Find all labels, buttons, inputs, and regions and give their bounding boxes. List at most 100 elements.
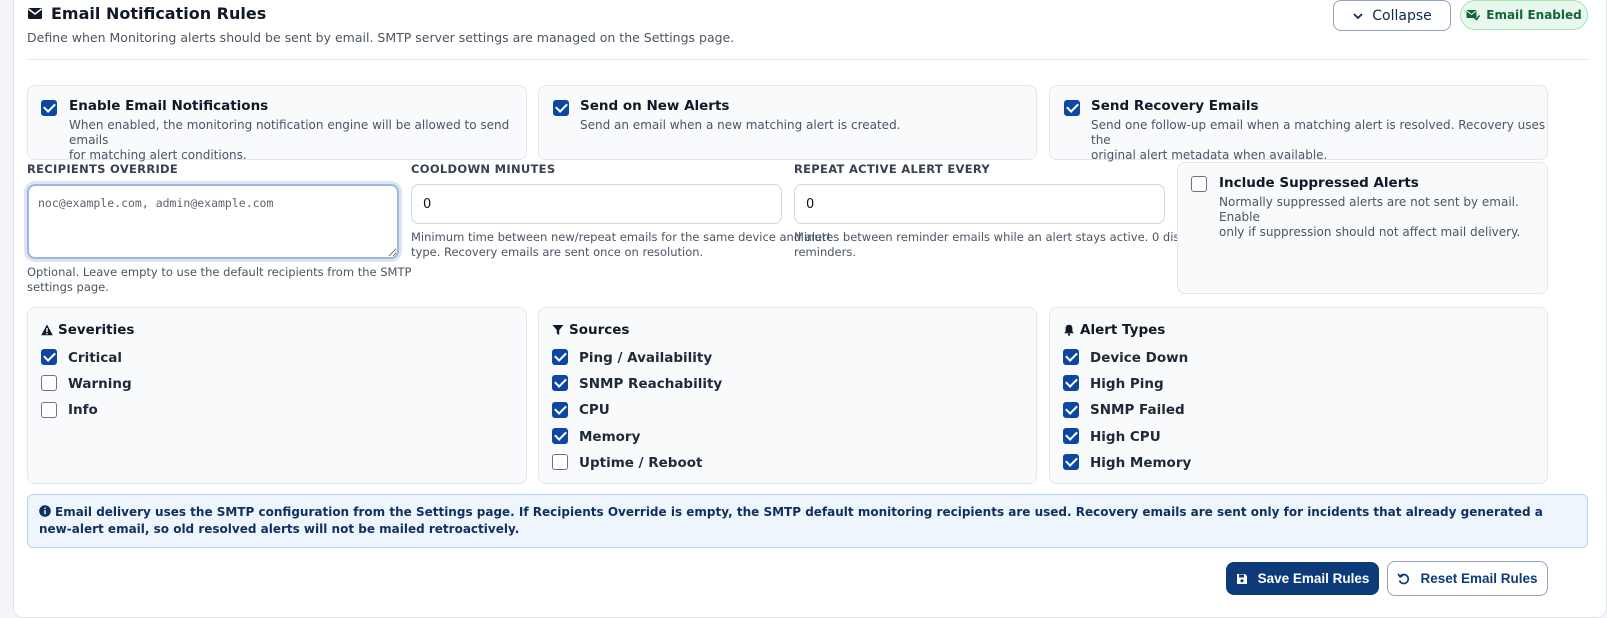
alert-types-card: Alert Types Device Down High Ping SNMP F… [1049,307,1548,484]
filter-icon [552,325,564,335]
recipients-hint: Optional. Leave empty to use the default… [27,265,411,295]
source-cpu-checkbox[interactable] [552,402,568,418]
hint-line: type. Recovery emails are sent once on r… [411,245,704,259]
severity-critical-label: Critical [68,350,123,366]
source-ping-checkbox[interactable] [552,349,568,365]
hint-line: settings page. [27,280,109,294]
type-device-down-checkbox[interactable] [1063,349,1079,365]
panel-title-row: Email Notification Rules [27,2,734,24]
source-uptime-label: Uptime / Reboot [579,455,703,471]
header-divider [27,59,1588,60]
collapse-button[interactable]: Collapse [1333,0,1451,31]
type-device-down-label: Device Down [1090,350,1189,366]
severity-warning-label: Warning [68,376,132,392]
include-suppressed-card: Include Suppressed Alerts Normally suppr… [1177,162,1548,294]
type-high-ping-checkbox[interactable] [1063,375,1079,391]
save-icon [1236,573,1247,584]
send-new-alerts-title: Send on New Alerts [580,98,730,114]
severity-info-label: Info [68,402,98,418]
desc-line: original alert metadata when available. [1091,148,1328,162]
type-high-memory-checkbox[interactable] [1063,454,1079,470]
enable-notifications-title: Enable Email Notifications [69,98,269,114]
include-suppressed-text: Include Suppressed Alerts Normally suppr… [1219,175,1547,240]
severity-critical-checkbox[interactable] [41,349,57,365]
enable-notifications-text: Enable Email Notifications When enabled,… [69,98,526,163]
cooldown-hint: Minimum time between new/repeat emails f… [411,230,831,260]
type-high-cpu-label: High CPU [1090,429,1161,445]
collapse-label: Collapse [1372,7,1432,24]
desc-line: for matching alert conditions. [69,148,247,162]
send-recovery-text: Send Recovery Emails Send one follow-up … [1091,98,1547,163]
enable-notifications-desc: When enabled, the monitoring notificatio… [69,118,526,163]
desc-line: When enabled, the monitoring notificatio… [69,118,510,147]
repeat-label: REPEAT ACTIVE ALERT EVERY [794,162,991,176]
desc-line: Send one follow-up email when a matching… [1091,118,1546,147]
send-recovery-desc: Send one follow-up email when a matching… [1091,118,1547,163]
hint-line: Minimum time between new/repeat emails f… [411,230,832,244]
type-high-cpu-checkbox[interactable] [1063,428,1079,444]
send-recovery-title: Send Recovery Emails [1091,98,1259,114]
hint-line: Minutes between reminder emails while an… [794,230,1211,244]
sources-card: Sources Ping / Availability SNMP Reachab… [538,307,1037,484]
chevron-down-icon [1353,12,1363,19]
info-icon [39,505,51,517]
enable-notifications-checkbox[interactable] [41,100,57,116]
save-label: Save Email Rules [1257,571,1370,586]
source-memory-label: Memory [579,429,641,445]
info-text: Email delivery uses the SMTP configurati… [39,505,1543,536]
reset-label: Reset Email Rules [1420,571,1538,586]
source-memory-checkbox[interactable] [552,428,568,444]
cooldown-label: COOLDOWN MINUTES [411,162,556,176]
source-ping-label: Ping / Availability [579,350,713,366]
envelope-icon [28,8,42,19]
undo-icon [1397,573,1410,585]
severity-info-checkbox[interactable] [41,402,57,418]
source-snmp-label: SNMP Reachability [579,376,723,392]
save-email-rules-button[interactable]: Save Email Rules [1226,562,1379,595]
send-new-alerts-checkbox[interactable] [553,100,569,116]
recipients-textarea[interactable] [27,184,399,259]
page-subtitle: Define when Monitoring alerts should be … [27,30,735,45]
desc-line: only if suppression should not affect ma… [1219,225,1521,239]
alert-types-title: Alert Types [1080,322,1166,338]
type-snmp-failed-checkbox[interactable] [1063,402,1079,418]
alert-types-heading: Alert Types [1063,322,1165,338]
email-enabled-badge: Email Enabled [1460,0,1588,30]
severities-card: Severities Critical Warning Info [27,307,527,484]
severities-title: Severities [58,322,135,338]
severities-heading: Severities [41,322,134,338]
type-high-ping-label: High Ping [1090,376,1164,392]
warning-icon [41,324,53,336]
hint-line: Optional. Leave empty to use the default… [27,265,412,279]
page-title: Email Notification Rules [51,3,267,23]
hint-line: reminders. [794,245,856,259]
include-suppressed-desc: Normally suppressed alerts are not sent … [1219,195,1547,240]
mail-check-icon [1466,10,1481,21]
source-uptime-checkbox[interactable] [552,454,568,470]
panel-header: Email Notification Rules Define when Mon… [27,2,735,46]
send-recovery-card: Send Recovery Emails Send one follow-up … [1049,85,1548,163]
send-new-alerts-text: Send on New Alerts Send an email when a … [580,98,901,133]
repeat-input[interactable] [794,184,1165,224]
source-snmp-checkbox[interactable] [552,375,568,391]
include-suppressed-checkbox[interactable] [1191,176,1207,192]
type-snmp-failed-label: SNMP Failed [1090,402,1185,418]
send-new-alerts-card: Send on New Alerts Send an email when a … [538,85,1037,160]
repeat-hint: Minutes between reminder emails while an… [794,230,1210,260]
severity-warning-checkbox[interactable] [41,375,57,391]
sources-title: Sources [569,322,630,338]
type-high-memory-label: High Memory [1090,455,1192,471]
send-recovery-checkbox[interactable] [1064,100,1080,116]
sources-heading: Sources [552,322,629,338]
send-new-alerts-desc: Send an email when a new matching alert … [580,118,901,132]
info-alert: Email delivery uses the SMTP configurati… [27,494,1588,548]
reset-email-rules-button[interactable]: Reset Email Rules [1387,561,1548,596]
include-suppressed-title: Include Suppressed Alerts [1219,175,1419,191]
badge-label: Email Enabled [1486,8,1582,22]
source-cpu-label: CPU [579,402,610,418]
enable-notifications-card: Enable Email Notifications When enabled,… [27,85,527,163]
desc-line: Normally suppressed alerts are not sent … [1219,195,1519,224]
recipients-label: RECIPIENTS OVERRIDE [27,162,179,176]
cooldown-input[interactable] [411,184,782,224]
bell-icon [1064,324,1074,336]
